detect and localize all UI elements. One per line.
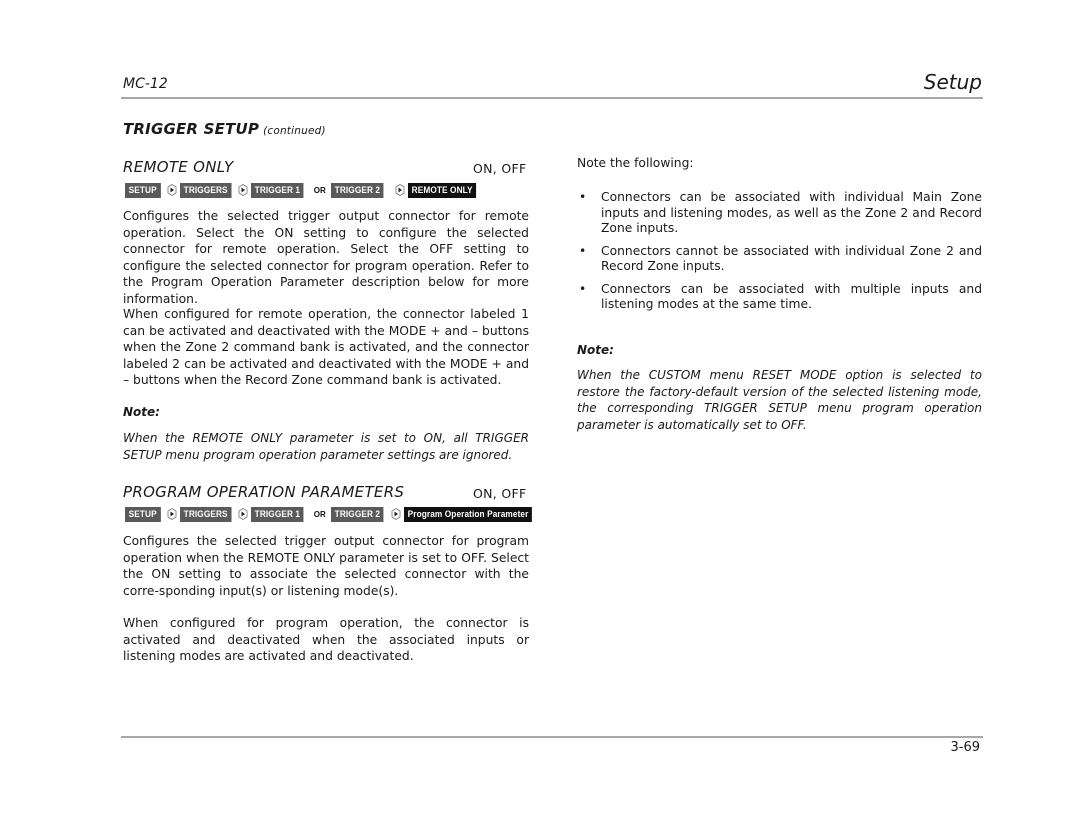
arrow-right-icon bbox=[395, 184, 405, 196]
menu-crumb-trigger-1: TRIGGER 1 bbox=[251, 506, 305, 522]
menu-crumb-trigger-2: TRIGGER 2 bbox=[330, 182, 384, 198]
list-item: • Connectors can be associated with multi… bbox=[577, 282, 982, 313]
remote-only-description: Configures the selected trigger output c… bbox=[123, 209, 529, 306]
arrow-right-icon bbox=[391, 508, 401, 520]
program-operation-title: PROGRAM OPERATION PARAMETERS bbox=[123, 483, 405, 501]
menu-crumb-setup: SETUP bbox=[125, 182, 161, 198]
menu-crumb-setup: SETUP bbox=[125, 506, 161, 522]
remote-only-range: ON, OFF bbox=[473, 161, 527, 176]
bullet-icon: • bbox=[579, 281, 587, 296]
menu-crumb-remote-only: REMOTE ONLY bbox=[408, 182, 477, 198]
list-item-text: Connectors cannot be associated with ind… bbox=[601, 243, 982, 274]
footer-divider bbox=[121, 736, 983, 738]
page-number: 3-69 bbox=[950, 740, 980, 755]
arrow-right-icon bbox=[238, 508, 248, 520]
arrow-right-icon bbox=[167, 508, 176, 520]
remote-only-menu-path: SETUP TRIGGERS TRIGGER 1 OR TRIGGER 2 RE… bbox=[125, 182, 482, 198]
program-operation-range: ON, OFF bbox=[473, 486, 527, 501]
section-heading: TRIGGER SETUP (continued) bbox=[123, 120, 326, 138]
bullet-icon: • bbox=[579, 243, 587, 258]
menu-or-separator: OR bbox=[313, 185, 326, 195]
remote-only-behavior: When configured for remote operation, th… bbox=[123, 307, 529, 388]
remote-only-title: REMOTE ONLY bbox=[123, 158, 234, 176]
menu-crumb-trigger-2: TRIGGER 2 bbox=[330, 506, 384, 522]
program-operation-description: Configures the selected trigger output c… bbox=[123, 534, 529, 598]
remote-only-note-text: When the REMOTE ONLY parameter is set to… bbox=[123, 431, 529, 462]
menu-crumb-program-operation-parameter: Program Operation Parameter bbox=[404, 506, 533, 522]
arrow-right-icon bbox=[238, 184, 248, 196]
program-operation-behavior: When configured for program operation, t… bbox=[123, 616, 529, 664]
header-model: MC-12 bbox=[123, 76, 168, 92]
section-title: TRIGGER SETUP bbox=[123, 120, 260, 138]
list-item-text: Connectors can be associated with multip… bbox=[601, 281, 982, 312]
menu-crumb-trigger-1: TRIGGER 1 bbox=[251, 182, 305, 198]
list-item-text: Connectors can be associated with indivi… bbox=[601, 190, 982, 235]
bullet-icon: • bbox=[579, 190, 587, 204]
menu-crumb-triggers: TRIGGERS bbox=[179, 182, 231, 198]
list-item: • Connectors can be associated with indiv… bbox=[577, 190, 982, 237]
list-item: • Connectors cannot be associated with in… bbox=[577, 244, 982, 275]
program-operation-menu-path: SETUP TRIGGERS TRIGGER 1 OR TRIGGER 2 Pr… bbox=[125, 506, 543, 522]
remote-only-note-label: Note: bbox=[123, 405, 160, 419]
notes-intro: Note the following: bbox=[577, 156, 694, 170]
notes-list: • Connectors can be associated with indiv… bbox=[577, 190, 982, 320]
section-continued: (continued) bbox=[263, 125, 326, 137]
custom-note-text: When the CUSTOM menu RESET MODE option i… bbox=[577, 368, 982, 432]
custom-note-label: Note: bbox=[577, 343, 614, 357]
arrow-right-icon bbox=[167, 184, 176, 196]
menu-crumb-triggers: TRIGGERS bbox=[179, 506, 231, 522]
header-chapter: Setup bbox=[923, 70, 982, 94]
header-divider bbox=[121, 97, 983, 99]
menu-or-separator: OR bbox=[313, 509, 326, 519]
